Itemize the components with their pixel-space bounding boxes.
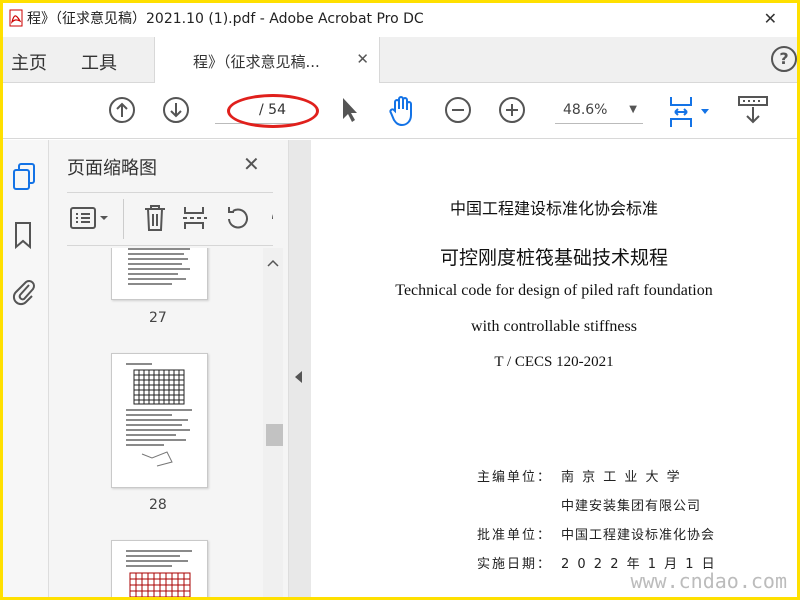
document-tab-label: 程》（征求意见稿... [193, 53, 320, 71]
help-icon[interactable]: ? [771, 46, 797, 72]
panel-title: 页面缩略图 [67, 158, 157, 179]
tab-tools[interactable]: 工具 [81, 49, 117, 75]
document-page: 中国工程建设标准化协会标准 可控刚度桩筏基础技术规程 Technical cod… [311, 140, 797, 597]
chevron-down-icon: ▼ [629, 104, 637, 115]
editor-1: 南 京 工 业 大 学 [561, 470, 682, 485]
more-tools-icon[interactable] [263, 203, 273, 233]
zoom-out-icon[interactable] [443, 95, 473, 129]
left-rail [3, 140, 49, 597]
window-close-button[interactable]: ✕ [764, 9, 777, 28]
select-cursor-icon[interactable] [337, 95, 361, 129]
page-thumbnails-icon[interactable] [11, 162, 37, 196]
thumbnail-page[interactable] [111, 540, 208, 597]
previous-page-icon[interactable] [107, 95, 137, 129]
panel-collapse-handle[interactable] [289, 140, 311, 597]
hand-tool-icon[interactable] [387, 95, 417, 131]
page-thumbnails-panel: 页面缩略图 ✕ 27 28 [49, 140, 289, 597]
title-bar: 程》（征求意见稿）2021.10 (1).pdf - Adobe Acrobat… [3, 3, 797, 33]
thumbnail-options-icon[interactable] [69, 205, 113, 235]
toolbar-divider [123, 199, 124, 239]
watermark-url: www.cndao.com [630, 569, 787, 593]
annotation-ellipse [227, 94, 319, 128]
editor-2: 中建安装集团有限公司 [561, 499, 702, 514]
document-title-en-1: Technical code for design of piled raft … [395, 282, 713, 299]
thumbnail-page[interactable] [111, 353, 208, 488]
window-title: 程》（征求意见稿）2021.10 (1).pdf - Adobe Acrobat… [27, 11, 424, 27]
toolbar: / 54 48.6% ▼ [3, 83, 797, 139]
approver-label: 批准单位： [477, 528, 553, 543]
zoom-dropdown[interactable]: 48.6% ▼ [555, 98, 643, 124]
acrobat-pdf-icon [7, 9, 25, 27]
standard-code: T / CECS 120-2021 [494, 354, 614, 370]
tab-home[interactable]: 主页 [11, 49, 47, 75]
panel-close-button[interactable]: ✕ [243, 152, 260, 176]
delete-page-icon[interactable] [141, 203, 169, 237]
next-page-icon[interactable] [161, 95, 191, 129]
document-title-cn: 可控刚度桩筏基础技术规程 [439, 247, 668, 269]
editor-label: 主编单位： [477, 470, 553, 485]
thumbnail-label: 27 [149, 310, 167, 326]
document-title-en-2: with controllable stiffness [471, 318, 637, 335]
insert-page-icon[interactable] [181, 203, 209, 237]
zoom-value: 48.6% [563, 102, 608, 118]
thumbnail-page[interactable] [111, 248, 208, 300]
tab-document[interactable]: 程》（征求意见稿... ✕ [154, 37, 380, 84]
thumbnail-toolbar [67, 192, 273, 246]
rotate-page-icon[interactable] [223, 203, 251, 237]
document-tab-close-button[interactable]: ✕ [356, 50, 369, 68]
date-label: 实施日期： [477, 557, 553, 572]
thumbnail-list: 27 28 [49, 248, 263, 597]
chevron-left-icon [295, 371, 302, 383]
acrobat-window: 程》（征求意见稿）2021.10 (1).pdf - Adobe Acrobat… [3, 3, 797, 597]
thumbnail-label: 28 [149, 497, 167, 513]
attachment-icon[interactable] [11, 276, 37, 310]
scroll-mode-icon[interactable] [737, 95, 769, 131]
fit-page-icon[interactable] [667, 95, 713, 133]
zoom-in-icon[interactable] [497, 95, 527, 129]
approver: 中国工程建设标准化协会 [561, 528, 716, 543]
scroll-thumb[interactable] [266, 424, 283, 446]
bookmark-icon[interactable] [11, 220, 37, 254]
thumbnail-scrollbar[interactable] [263, 248, 283, 597]
standard-org: 中国工程建设标准化协会标准 [449, 199, 658, 218]
tab-bar: 主页 工具 程》（征求意见稿... ✕ ? [3, 37, 797, 84]
scroll-up-icon[interactable] [267, 252, 279, 271]
